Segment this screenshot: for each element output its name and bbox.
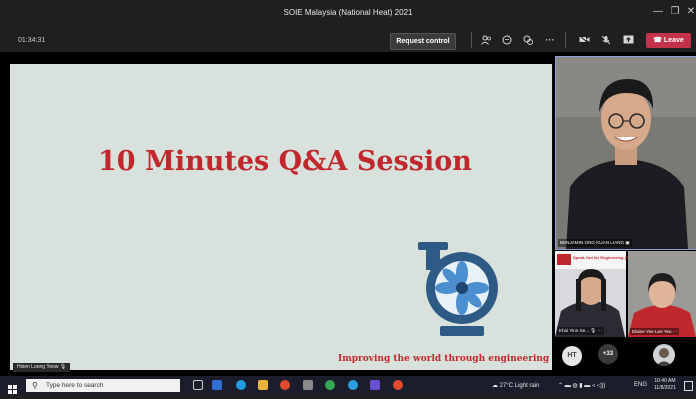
mic-off-icon[interactable] — [599, 35, 613, 47]
notifications-icon[interactable] — [684, 381, 693, 391]
meeting-toolbar: 01:34:31 Request control ··· ☎ Leave — [0, 28, 696, 52]
presenter-label: Hsien Loong Yeow 🎙 — [13, 363, 71, 372]
participant-name-text: Elaine Yee Lee Yeu — [632, 329, 672, 334]
taskbar: ⚲ Type here to search ☁ 27°C Light rain … — [0, 376, 696, 395]
edge-icon[interactable] — [236, 380, 246, 390]
more-icon[interactable]: 🎙 ··· — [590, 328, 602, 333]
title-bar: SOIE Malaysia (National Heat) 2021 — ❐ ✕ — [0, 0, 696, 28]
more-icon[interactable]: ··· — [673, 329, 678, 334]
slide-footer: Improving the world through engineering — [338, 354, 550, 364]
maximize-button[interactable]: ❐ — [667, 6, 683, 17]
clock[interactable]: 10:40 AM 11/8/2021 — [654, 378, 676, 392]
fan-logo-icon — [416, 240, 500, 340]
avatar[interactable] — [653, 344, 675, 366]
toolbar-divider — [565, 32, 566, 48]
app-icon[interactable] — [303, 380, 313, 390]
language-indicator[interactable]: ENG — [634, 382, 647, 388]
search-icon: ⚲ — [32, 381, 38, 390]
participant-name: Khoi Yinn Se... 🎙 ··· — [557, 327, 605, 335]
participant-tile-small[interactable]: Elaine Yee Lee Yeu ··· — [628, 251, 696, 337]
phone-icon: ☎ — [653, 37, 662, 44]
request-control-button[interactable]: Request control — [390, 33, 456, 50]
clock-date: 11/8/2021 — [654, 385, 676, 391]
cloud-icon: ☁ — [492, 383, 498, 389]
participant-tile-small[interactable]: Speak Out for Engineering (S Khoi Yinn S… — [555, 251, 629, 337]
screen-share-icon: ▣ — [625, 240, 630, 245]
window-title: SOIE Malaysia (National Heat) 2021 — [283, 8, 413, 17]
tray-icons[interactable]: ⌃ ▬ ◍ ▮ ▬ ◃ ◁)) — [558, 382, 605, 389]
mic-icon: 🎙 — [59, 364, 67, 370]
reactions-icon[interactable] — [521, 35, 535, 47]
overflow-participants-badge[interactable]: +33 — [598, 344, 618, 364]
windows-start-icon[interactable] — [8, 381, 17, 399]
weather-widget[interactable]: ☁ 27°C Light rain — [492, 382, 539, 389]
participant-video — [555, 251, 626, 337]
taskbar-search-box[interactable]: ⚲ Type here to search — [26, 379, 180, 392]
participant-name-text: BENJAMIN ONG KUAN LIANG — [560, 240, 625, 245]
participant-video — [628, 251, 696, 337]
participant-tile-main[interactable]: BENJAMIN ONG KUAN LIANG ▣ — [555, 56, 696, 250]
teams-app-icon[interactable] — [212, 380, 222, 390]
avatar[interactable]: HT — [562, 346, 582, 366]
chrome-icon[interactable] — [280, 380, 290, 390]
toolbar-divider — [471, 32, 472, 48]
people-icon[interactable] — [479, 35, 493, 47]
teams-icon[interactable] — [370, 380, 380, 390]
share-icon[interactable] — [621, 35, 635, 46]
participant-video — [556, 57, 696, 249]
meeting-timer: 01:34:31 — [18, 37, 46, 44]
telegram-icon[interactable] — [348, 380, 358, 390]
participant-name: Elaine Yee Lee Yeu ··· — [630, 328, 680, 335]
app-icon[interactable] — [393, 380, 403, 390]
presenter-name: Hsien Loong Yeow — [17, 364, 59, 370]
clock-time: 10:40 AM — [654, 378, 676, 384]
chat-icon[interactable] — [500, 35, 514, 47]
leave-button[interactable]: ☎ Leave — [646, 33, 691, 48]
weather-text: 27°C Light rain — [499, 383, 540, 389]
search-placeholder: Type here to search — [46, 382, 104, 389]
task-view-icon[interactable] — [193, 380, 203, 390]
close-button[interactable]: ✕ — [683, 6, 696, 17]
slide-title: 10 Minutes Q&A Session — [98, 146, 472, 177]
leave-label: Leave — [663, 37, 684, 44]
more-icon[interactable]: ··· — [543, 35, 557, 45]
participant-name-text: Khoi Yinn Se... — [559, 328, 590, 333]
minimize-button[interactable]: — — [650, 6, 666, 17]
camera-off-icon[interactable] — [577, 34, 591, 46]
file-explorer-icon[interactable] — [258, 380, 268, 390]
banner-text: Speak Out for Engineering (S — [573, 255, 629, 260]
participant-name: BENJAMIN ONG KUAN LIANG ▣ — [558, 239, 632, 247]
app-icon[interactable] — [325, 380, 335, 390]
shared-slide: 10 Minutes Q&A Session Improving the wor… — [10, 64, 552, 372]
